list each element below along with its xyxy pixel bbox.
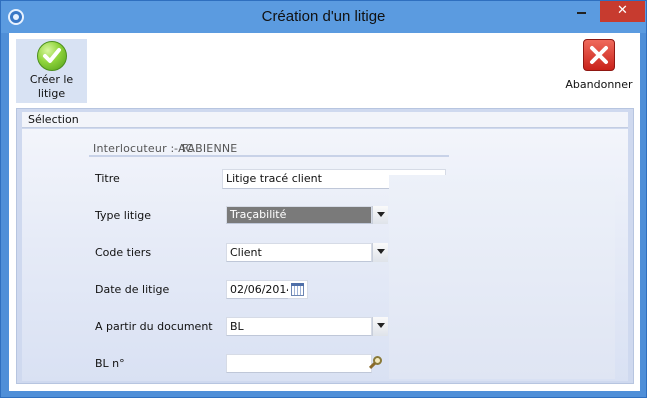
titre-label: Titre bbox=[95, 172, 120, 185]
create-litige-label: Créer le litige bbox=[29, 73, 74, 100]
bl-numero-input[interactable] bbox=[226, 354, 372, 373]
toolbar: Créer le litige Abandonner bbox=[9, 33, 640, 107]
selection-label: Sélection bbox=[28, 113, 79, 126]
a-partir-document-dropdown-button[interactable] bbox=[372, 317, 388, 336]
date-litige-input[interactable]: 02/06/2014 bbox=[226, 280, 293, 299]
minimize-icon bbox=[577, 12, 586, 14]
code-tiers-select[interactable]: Client bbox=[226, 243, 372, 262]
a-partir-document-label: A partir du document bbox=[95, 320, 213, 333]
interlocuteur-bar: Interlocuteur : AC - FABIENNE bbox=[89, 142, 449, 157]
type-litige-dropdown-button[interactable] bbox=[372, 206, 388, 224]
abandon-label: Abandonner bbox=[565, 78, 633, 91]
search-icon[interactable] bbox=[368, 355, 384, 371]
code-tiers-label: Code tiers bbox=[95, 246, 152, 259]
details-area bbox=[389, 175, 615, 379]
dialog-window: Création d'un litige ✕ Créer le litige A… bbox=[0, 0, 647, 398]
selection-header: Sélection bbox=[22, 112, 628, 128]
interlocuteur-value: - FABIENNE bbox=[174, 142, 238, 155]
dialog-content: Créer le litige Abandonner Sélection Int… bbox=[9, 33, 640, 391]
title-bar[interactable]: Création d'un litige ✕ bbox=[1, 1, 646, 33]
type-litige-select[interactable]: Traçabilité bbox=[226, 206, 372, 224]
window-title: Création d'un litige bbox=[261, 8, 386, 25]
create-litige-button[interactable]: Créer le litige bbox=[16, 39, 87, 103]
a-partir-document-select[interactable]: BL bbox=[226, 317, 372, 336]
date-litige-label: Date de litige bbox=[95, 283, 170, 296]
calendar-icon bbox=[291, 283, 304, 296]
code-tiers-dropdown-button[interactable] bbox=[372, 243, 388, 262]
close-icon bbox=[583, 39, 615, 71]
bl-numero-label: BL n° bbox=[95, 357, 125, 370]
minimize-button[interactable] bbox=[568, 1, 594, 22]
check-icon bbox=[37, 41, 67, 71]
selection-panel: Sélection Interlocuteur : AC - FABIENNE … bbox=[16, 108, 634, 384]
calendar-button[interactable] bbox=[288, 280, 308, 299]
close-button[interactable]: ✕ bbox=[600, 1, 645, 22]
abandon-button[interactable]: Abandonner bbox=[565, 39, 633, 95]
type-litige-label: Type litige bbox=[95, 209, 151, 222]
selection-body: Interlocuteur : AC - FABIENNE Titre Liti… bbox=[22, 129, 628, 381]
